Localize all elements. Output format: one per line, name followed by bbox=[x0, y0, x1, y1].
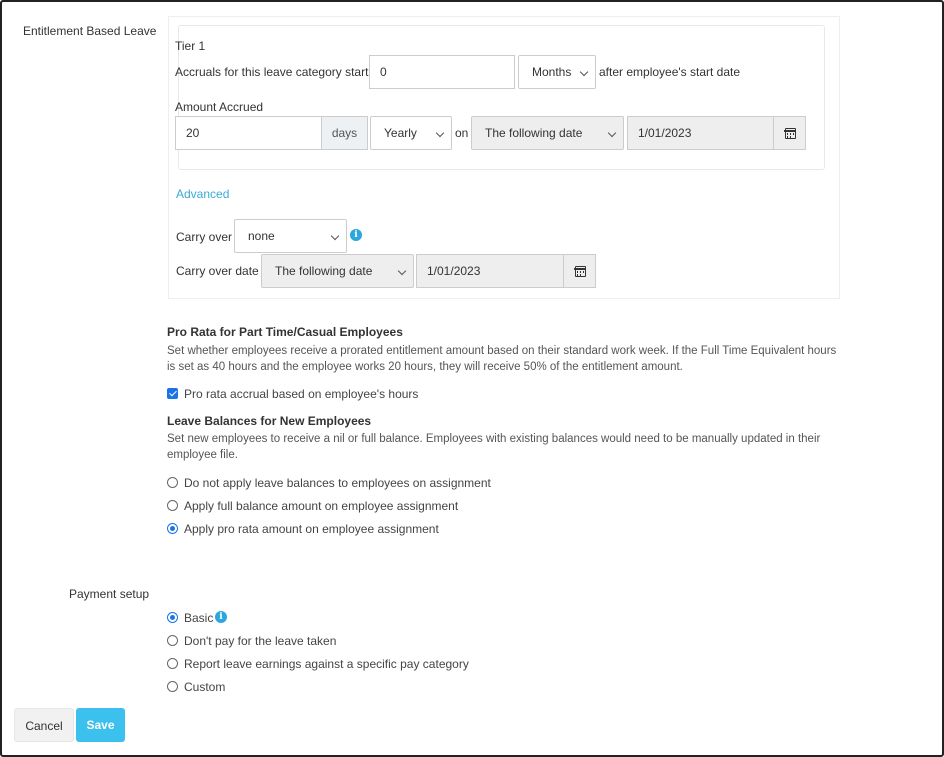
radio-full-balance-label: Apply full balance amount on employee as… bbox=[184, 499, 459, 513]
chevron-down-icon bbox=[579, 67, 589, 77]
accrual-start-input[interactable]: 0 bbox=[369, 55, 515, 89]
pro-rata-checkbox-label: Pro rata accrual based on employee's hou… bbox=[184, 387, 419, 401]
payment-basic-info-icon[interactable]: i bbox=[215, 611, 227, 623]
amount-input[interactable]: 20 bbox=[175, 116, 322, 150]
radio-pro-rata-balance-label: Apply pro rata amount on employee assign… bbox=[184, 522, 439, 536]
frequency-select[interactable]: Yearly bbox=[370, 116, 452, 150]
leave-category-form: Entitlement Based Leave Tier 1 Accruals … bbox=[0, 0, 944, 757]
chevron-down-icon bbox=[435, 128, 445, 138]
frequency-value: Yearly bbox=[384, 126, 417, 140]
date-calendar-button[interactable] bbox=[773, 116, 806, 150]
carry-over-value: none bbox=[248, 229, 275, 243]
carry-over-date-mode-select[interactable]: The following date bbox=[261, 254, 414, 288]
amount-unit-addon: days bbox=[321, 116, 368, 150]
carry-over-date-mode-value: The following date bbox=[275, 264, 373, 278]
payment-section-label: Payment setup bbox=[69, 587, 150, 601]
pro-rata-heading: Pro Rata for Part Time/Casual Employees bbox=[167, 325, 403, 339]
date-mode-select[interactable]: The following date bbox=[471, 116, 624, 150]
chevron-down-icon bbox=[330, 231, 340, 241]
accrual-start-unit-select[interactable]: Months bbox=[518, 55, 596, 89]
pro-rata-description: Set whether employees receive a prorated… bbox=[167, 345, 837, 373]
accrual-start-unit-value: Months bbox=[532, 65, 572, 79]
radio-payment-no-pay-label: Don't pay for the leave taken bbox=[184, 634, 337, 648]
radio-no-balance[interactable] bbox=[167, 477, 178, 488]
carry-over-select[interactable]: none bbox=[234, 219, 347, 253]
radio-full-balance[interactable] bbox=[167, 500, 178, 511]
radio-payment-pay-category-label: Report leave earnings against a specific… bbox=[184, 657, 469, 671]
chevron-down-icon bbox=[607, 128, 617, 138]
accrual-start-suffix: after employee's start date bbox=[599, 65, 741, 79]
date-mode-value: The following date bbox=[485, 126, 583, 140]
carry-over-calendar-button[interactable] bbox=[563, 254, 596, 288]
radio-no-balance-label: Do not apply leave balances to employees… bbox=[184, 476, 491, 490]
carry-over-label: Carry over bbox=[176, 230, 233, 244]
cancel-button[interactable]: Cancel bbox=[14, 708, 74, 742]
chevron-down-icon bbox=[397, 266, 407, 276]
tier-title: Tier 1 bbox=[175, 39, 206, 53]
pro-rata-checkbox[interactable] bbox=[167, 388, 178, 399]
on-label: on bbox=[455, 126, 469, 140]
date-input[interactable]: 1/01/2023 bbox=[627, 116, 774, 150]
advanced-link[interactable]: Advanced bbox=[176, 187, 229, 201]
accrual-start-prefix: Accruals for this leave category start bbox=[175, 65, 369, 79]
carry-over-info-icon[interactable]: i bbox=[350, 229, 362, 241]
radio-payment-custom-label: Custom bbox=[184, 680, 226, 694]
radio-payment-basic[interactable] bbox=[167, 612, 178, 623]
carry-over-date-label: Carry over date bbox=[176, 264, 259, 278]
calendar-icon bbox=[784, 128, 796, 139]
amount-accrued-label: Amount Accrued bbox=[175, 100, 264, 114]
radio-pro-rata-balance[interactable] bbox=[167, 523, 178, 534]
radio-payment-custom[interactable] bbox=[167, 681, 178, 692]
radio-payment-basic-label: Basic bbox=[184, 611, 214, 625]
radio-payment-pay-category[interactable] bbox=[167, 658, 178, 669]
entitlement-section-label: Entitlement Based Leave bbox=[23, 24, 157, 38]
leave-balances-description: Set new employees to receive a nil or fu… bbox=[167, 433, 821, 461]
leave-balances-heading: Leave Balances for New Employees bbox=[167, 414, 372, 428]
calendar-icon bbox=[574, 266, 586, 277]
radio-payment-no-pay[interactable] bbox=[167, 635, 178, 646]
save-button[interactable]: Save bbox=[76, 708, 125, 742]
carry-over-date-input[interactable]: 1/01/2023 bbox=[416, 254, 564, 288]
